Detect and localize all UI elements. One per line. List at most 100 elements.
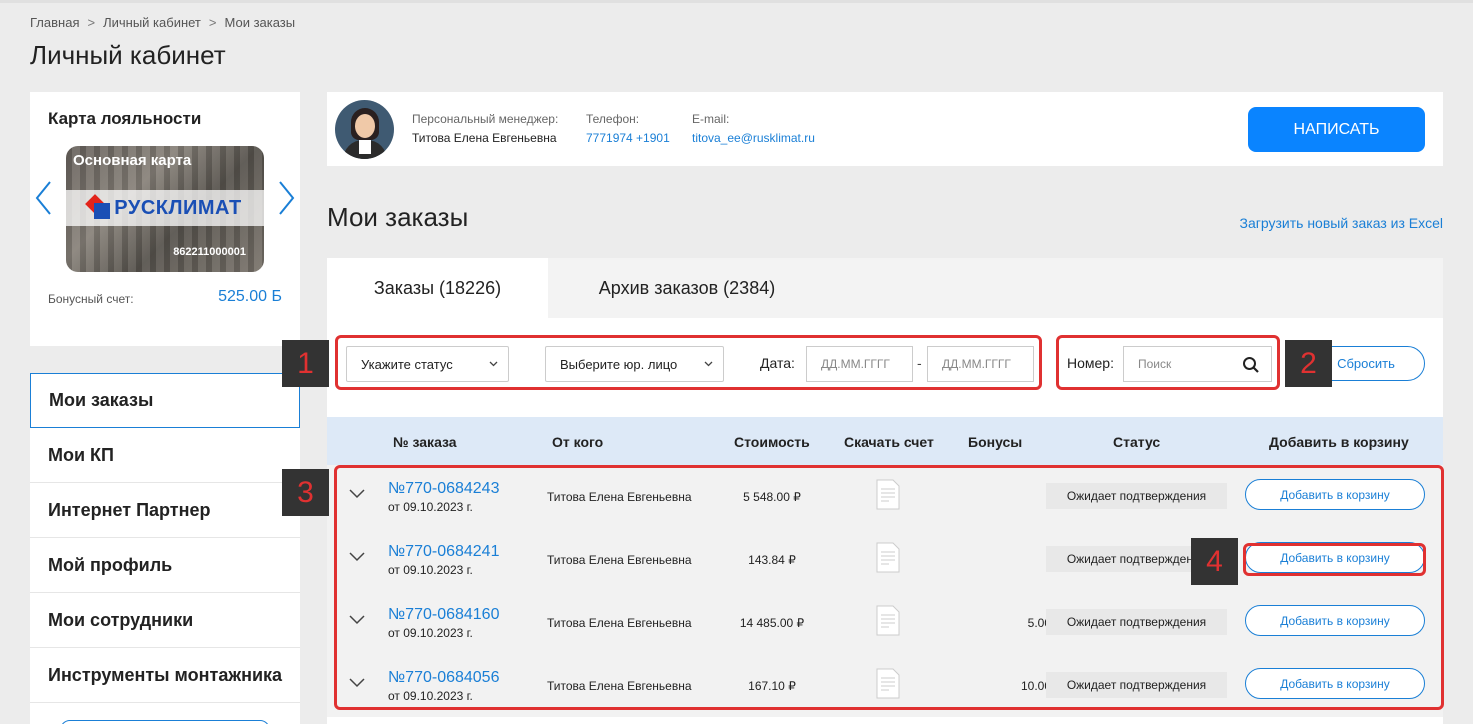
manager-panel: Персональный менеджер: Титова Елена Евге…	[327, 92, 1443, 166]
orders-tabs: Заказы (18226) Архив заказов (2384)	[327, 258, 1443, 318]
order-number-link[interactable]: №770-0684241	[388, 543, 499, 561]
expand-chevron-icon[interactable]	[349, 489, 365, 499]
brand-logo-mark	[85, 194, 111, 219]
status-badge: Ожидает подтверждения	[1046, 483, 1227, 509]
add-to-cart-button[interactable]: Добавить в корзину	[1245, 668, 1425, 699]
top-divider	[0, 0, 1473, 3]
breadcrumb-home[interactable]: Главная	[30, 15, 79, 30]
orders-title: Мои заказы	[327, 202, 469, 232]
manager-phone-block: Телефон: 7771974 +1901	[586, 112, 670, 145]
avatar	[335, 100, 394, 159]
expand-chevron-icon[interactable]	[349, 552, 365, 562]
sidebar-bottom	[30, 703, 300, 724]
order-bonus: 5.00 ₽	[1027, 616, 1062, 630]
breadcrumb-current: Мои заказы	[224, 15, 296, 30]
table-row: №770-0684243 от 09.10.2023 г. Титова Еле…	[327, 465, 1443, 528]
sidebar-item-profile[interactable]: Мой профиль	[30, 538, 300, 593]
bonus-value: 525.00 Б	[218, 288, 282, 305]
page-title: Личный кабинет	[30, 40, 226, 70]
order-number-link[interactable]: №770-0684243	[388, 480, 499, 498]
table-row: №770-0684160 от 09.10.2023 г. Титова Еле…	[327, 591, 1443, 654]
expand-chevron-icon[interactable]	[349, 678, 365, 688]
add-to-cart-button[interactable]: Добавить в корзину	[1245, 479, 1425, 510]
add-to-cart-button[interactable]: Добавить в корзину	[1245, 542, 1425, 573]
phone-link[interactable]: 7771974 +1901	[586, 131, 670, 145]
table-header: № заказа От кого Стоимость Скачать счет …	[327, 417, 1443, 465]
sidebar-item-internet-partner[interactable]: Интернет Партнер	[30, 483, 300, 538]
order-date: от 09.10.2023 г.	[388, 689, 473, 703]
sidebar-item-orders[interactable]: Мои заказы	[30, 373, 300, 428]
search-icon[interactable]	[1242, 356, 1260, 374]
order-cost: 167.10 ₽	[748, 679, 796, 693]
tab-archive[interactable]: Архив заказов (2384)	[548, 258, 826, 318]
breadcrumb: Главная > Личный кабинет > Мои заказы	[30, 15, 295, 30]
order-bonus: 10.00 ₽	[1021, 679, 1062, 693]
manager-role-label: Персональный менеджер:	[412, 112, 559, 126]
email-link[interactable]: titova_ee@rusklimat.ru	[692, 131, 815, 145]
entity-select-value: Выберите юр. лицо	[560, 356, 678, 372]
document-icon[interactable]	[876, 542, 900, 573]
sidebar-bottom-button[interactable]	[60, 720, 270, 724]
orders-panel: Заказы (18226) Архив заказов (2384) Укаж…	[327, 258, 1443, 724]
date-from-input[interactable]: ДД.ММ.ГГГГ	[806, 346, 913, 382]
tab-orders[interactable]: Заказы (18226)	[327, 258, 548, 318]
order-cost: 5 548.00 ₽	[743, 490, 801, 504]
bonus-label: Бонусный счет:	[48, 292, 134, 306]
document-icon[interactable]	[876, 479, 900, 510]
column-header-status: Статус	[1113, 434, 1161, 450]
column-header-from: От кого	[552, 434, 604, 450]
number-label: Номер:	[1067, 355, 1114, 371]
card-name: Основная карта	[73, 152, 192, 169]
search-placeholder: Поиск	[1138, 357, 1172, 371]
sidebar-item-employees[interactable]: Мои сотрудники	[30, 593, 300, 648]
manager-info: Персональный менеджер: Титова Елена Евге…	[412, 112, 558, 145]
annotation-badge-2: 2	[1285, 340, 1332, 387]
breadcrumb-cabinet[interactable]: Личный кабинет	[103, 15, 201, 30]
annotation-badge-3: 3	[282, 469, 329, 516]
loyalty-card-panel: Карта лояльности Основная карта РУСКЛИМА…	[30, 92, 300, 346]
add-to-cart-button[interactable]: Добавить в корзину	[1245, 605, 1425, 636]
order-cost: 14 485.00 ₽	[739, 616, 805, 630]
date-label: Дата:	[760, 355, 795, 371]
annotation-badge-4: 4	[1191, 538, 1238, 585]
order-date: от 09.10.2023 г.	[388, 626, 473, 640]
column-header-number: № заказа	[393, 434, 457, 450]
status-select-value: Укажите статус	[361, 356, 453, 372]
breadcrumb-separator: >	[87, 15, 96, 30]
write-button[interactable]: НАПИСАТЬ	[1248, 107, 1425, 152]
column-header-add-to-cart: Добавить в корзину	[1269, 434, 1409, 450]
brand-logo-text: РУСКЛИМАТ	[114, 196, 242, 219]
sidebar-item-installer-tools[interactable]: Инструменты монтажника	[30, 648, 300, 703]
expand-chevron-icon[interactable]	[349, 615, 365, 625]
order-number-link[interactable]: №770-0684056	[388, 669, 499, 687]
brand-logo: РУСКЛИМАТ	[66, 190, 264, 226]
search-input[interactable]: Поиск	[1123, 346, 1272, 382]
date-to-input[interactable]: ДД.ММ.ГГГГ	[927, 346, 1034, 382]
status-badge: Ожидает подтверждения	[1046, 609, 1227, 635]
order-from: Титова Елена Евгеньевна	[547, 616, 692, 630]
chevron-left-icon[interactable]	[34, 180, 54, 216]
loyalty-card: Основная карта РУСКЛИМАТ 862211000001	[66, 146, 264, 272]
order-date: от 09.10.2023 г.	[388, 500, 473, 514]
chevron-down-icon	[489, 361, 498, 367]
manager-name: Титова Елена Евгеньевна	[412, 131, 557, 145]
column-header-invoice: Скачать счет	[844, 434, 934, 450]
order-number-link[interactable]: №770-0684160	[388, 606, 499, 624]
entity-select[interactable]: Выберите юр. лицо	[545, 346, 724, 382]
order-from: Титова Елена Евгеньевна	[547, 553, 692, 567]
sidebar-item-kp[interactable]: Мои КП	[30, 428, 300, 483]
date-dash: -	[917, 355, 922, 371]
status-select[interactable]: Укажите статус	[346, 346, 509, 382]
order-date: от 09.10.2023 г.	[388, 563, 473, 577]
document-icon[interactable]	[876, 605, 900, 636]
document-icon[interactable]	[876, 668, 900, 699]
table-row: №770-0684241 от 09.10.2023 г. Титова Еле…	[327, 528, 1443, 591]
order-from: Титова Елена Евгеньевна	[547, 679, 692, 693]
email-label: E-mail:	[692, 112, 730, 126]
column-header-cost: Стоимость	[734, 434, 810, 450]
phone-label: Телефон:	[586, 112, 640, 126]
chevron-right-icon[interactable]	[276, 180, 296, 216]
table-row: №770-0684056 от 09.10.2023 г. Титова Еле…	[327, 654, 1443, 717]
order-cost: 143.84 ₽	[748, 553, 796, 567]
upload-excel-link[interactable]: Загрузить новый заказ из Excel	[1240, 215, 1443, 231]
